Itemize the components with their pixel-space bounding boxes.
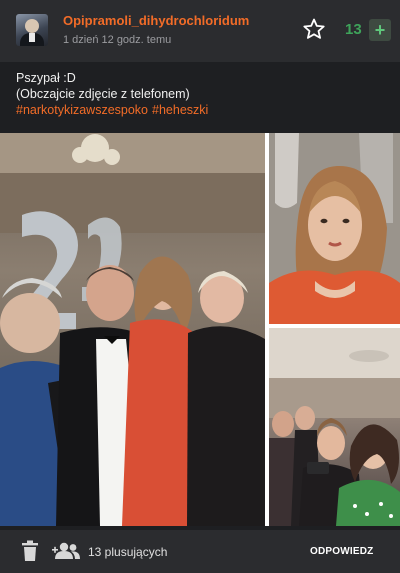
phone-photo[interactable] <box>269 328 400 526</box>
post-footer: 13 plusujących ODPOWIEDZ <box>0 530 400 573</box>
author-username[interactable]: Opipramoli_dihydrochloridum <box>63 13 249 28</box>
upvote-button[interactable]: + <box>369 19 391 41</box>
people-icon[interactable] <box>52 542 82 560</box>
reply-button[interactable]: ODPOWIEDZ <box>310 546 373 557</box>
tag-list: #narkotykizawszespoko #heheszki <box>16 102 386 118</box>
vote-count: 13 <box>345 21 362 38</box>
tag-link[interactable]: #heheszki <box>152 103 208 117</box>
tag-link[interactable]: #narkotykizawszespoko <box>16 103 148 117</box>
post-text-line: Pszypał :D <box>16 71 76 85</box>
post-timestamp: 1 dzień 12 godz. temu <box>63 34 172 46</box>
post-text-line: (Obczajcie zdjęcie z telefonem) <box>16 87 190 101</box>
avatar[interactable] <box>16 14 48 46</box>
post-header: Opipramoli_dihydrochloridum 1 dzień 12 g… <box>0 0 400 62</box>
star-outline-icon[interactable] <box>302 17 326 41</box>
post-body: Pszypał :D (Obczajcie zdjęcie z telefone… <box>16 70 386 118</box>
plusers-count[interactable]: 13 plusujących <box>88 545 167 559</box>
trash-icon[interactable] <box>20 540 40 562</box>
group-photo[interactable] <box>0 133 265 526</box>
photo-gallery <box>0 133 400 526</box>
portrait-photo[interactable] <box>269 133 400 324</box>
